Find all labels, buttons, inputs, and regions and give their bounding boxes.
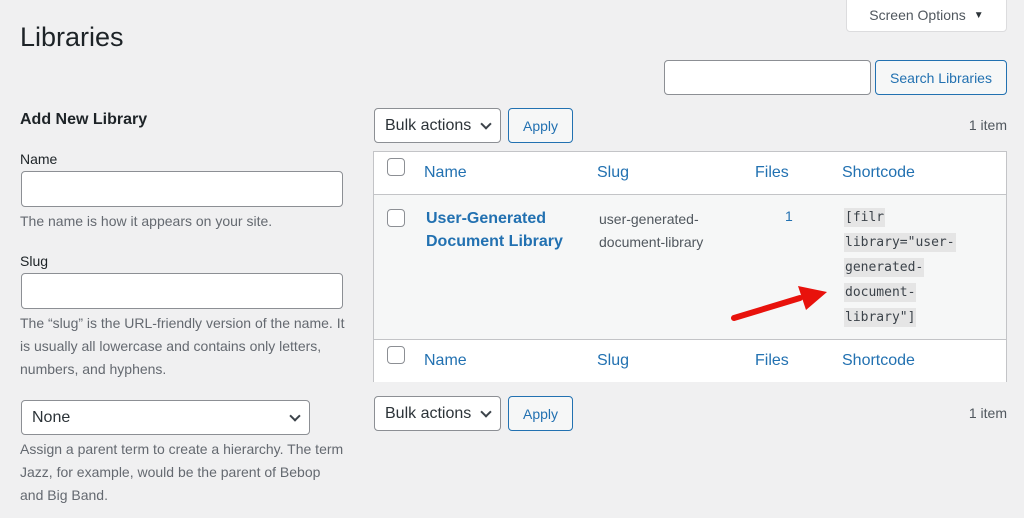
column-header-files[interactable]: Files [755,164,789,182]
select-all-checkbox-footer[interactable] [387,346,405,364]
column-footer-files[interactable]: Files [755,352,789,370]
name-help-text: The name is how it appears on your site. [20,213,273,229]
triangle-down-icon: ▼ [973,9,984,21]
screen-options-button[interactable]: Screen Options ▼ [846,0,1007,32]
column-footer-shortcode: Shortcode [842,352,915,369]
table-header: Name Slug Files Shortcode [374,152,1006,195]
apply-button-bottom[interactable]: Apply [508,396,573,431]
slug-help-text: The “slug” is the URL-friendly version o… [20,315,345,377]
library-name-link[interactable]: User-Generated Document Library [426,207,576,253]
select-all-checkbox[interactable] [387,158,405,176]
apply-button-top[interactable]: Apply [508,108,573,143]
column-header-slug[interactable]: Slug [597,164,629,182]
name-label: Name [20,151,58,167]
search-input[interactable] [664,60,871,95]
parent-help-text: Assign a parent term to create a hierarc… [20,441,344,503]
chevron-down-icon [289,409,301,422]
bulk-actions-select-top[interactable]: Bulk actions [374,108,501,143]
column-header-name[interactable]: Name [424,164,467,182]
annotation-arrow-icon [731,286,827,321]
screen-options-label: Screen Options [869,7,966,23]
shortcode-code: [filr library="user-generated-document-l… [844,208,956,327]
table-footer: Name Slug Files Shortcode [374,339,1006,382]
search-libraries-button[interactable]: Search Libraries [875,60,1007,95]
column-footer-name[interactable]: Name [424,352,467,370]
chevron-down-icon [480,405,492,418]
column-header-shortcode: Shortcode [842,164,915,181]
bulk-actions-label: Bulk actions [385,116,472,134]
column-footer-slug[interactable]: Slug [597,352,629,370]
chevron-down-icon [480,117,492,130]
item-count-bottom: 1 item [968,405,1007,421]
library-slug: user-generated-document-library [599,211,704,250]
page-title: Libraries [20,22,124,52]
library-shortcode: [filr library="user-generated-document-l… [844,205,969,330]
parent-select[interactable]: None [21,400,310,435]
add-new-library-heading: Add New Library [20,111,148,128]
slug-label: Slug [20,253,49,269]
item-count-top: 1 item [968,117,1007,133]
parent-select-value: None [32,408,71,426]
bulk-actions-label: Bulk actions [385,404,472,422]
row-checkbox[interactable] [387,209,405,227]
library-files-count[interactable]: 1 [785,208,793,224]
bulk-actions-select-bottom[interactable]: Bulk actions [374,396,501,431]
libraries-table: Name Slug Files Shortcode User-Generated… [373,151,1007,382]
name-field[interactable] [21,171,343,207]
slug-field[interactable] [21,273,343,309]
table-row: User-Generated Document Library user-gen… [374,195,1006,339]
